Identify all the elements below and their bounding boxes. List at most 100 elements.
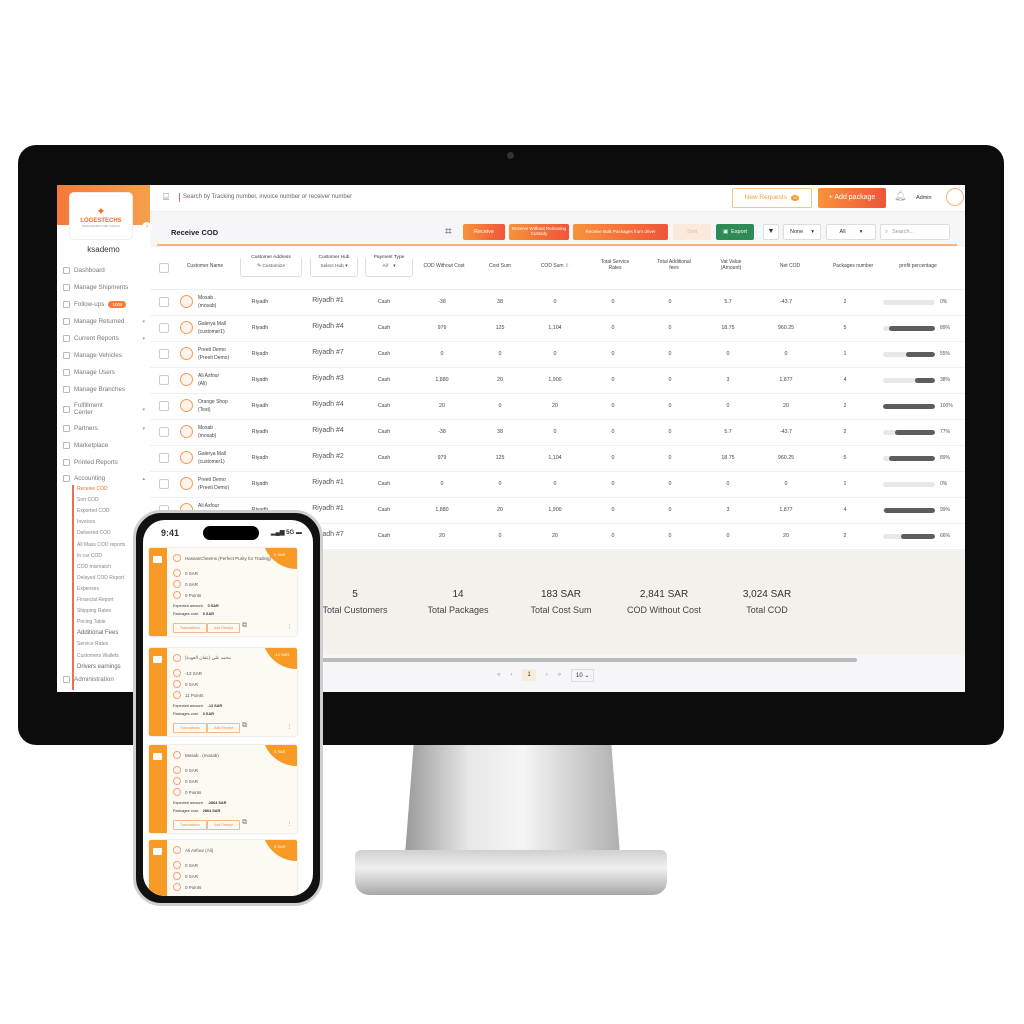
sidebar-item-manage-vehicles[interactable]: Manage Vehicles — [63, 352, 145, 359]
submenu-item-cod-mismatch[interactable]: COD mismatch — [77, 564, 111, 570]
none-select[interactable]: None ▾ — [783, 224, 821, 240]
row-checkbox[interactable] — [159, 479, 169, 489]
payment-type-filter[interactable]: Payment Type All ▾ — [365, 255, 413, 277]
chevron-icon: ▴ — [142, 475, 145, 482]
customer-address-filter[interactable]: Customer Address ✎ Customize — [240, 255, 302, 277]
sidebar-item-dashboard[interactable]: Dashboard — [63, 267, 145, 274]
sidebar-toggle[interactable]: › — [142, 222, 152, 232]
avatar[interactable] — [946, 188, 964, 206]
row-checkbox[interactable] — [159, 349, 169, 359]
table-row[interactable]: Galerya Mall (customer1) Riyadh Riyadh #4 Ca… — [150, 316, 965, 342]
customer-name: Preeti Demo (Preeti Demo) — [198, 477, 229, 492]
receive-without-custody-button[interactable]: Receive Without Releasing Custody — [509, 224, 569, 240]
more-menu-icon[interactable]: ⋮ — [287, 821, 292, 827]
submenu-item-exported-cod[interactable]: Exported COD — [77, 508, 110, 514]
cell-net: 20 — [783, 403, 789, 409]
users-icon — [63, 369, 70, 376]
submenu-item-drivers-earnings[interactable]: Drivers earnings — [77, 664, 121, 670]
sort-button[interactable]: Sort — [673, 224, 711, 240]
page-size-select[interactable]: 10 ⌄ — [571, 668, 595, 682]
more-menu-icon[interactable]: ⋮ — [287, 724, 292, 730]
table-row[interactable]: Galerya Mall (customer1) Riyadh Riyadh #2 Ca… — [150, 446, 965, 472]
table-row[interactable]: Mosab . (mosab) Riyadh Riyadh #4 Cash -38 38 0 0… — [150, 420, 965, 446]
submenu-item-receive-cod[interactable]: Receive COD — [77, 486, 108, 492]
submenu-item-delivered-cod[interactable]: Delivered COD — [77, 530, 111, 536]
sidebar-item-fulfillment-center[interactable]: Fulfillment Center ▾ — [63, 402, 145, 417]
wallet-card[interactable]: 0 SAR HassanCheems (Perfect Purity for Tr… — [149, 548, 297, 636]
add-package-button[interactable]: + Add package — [818, 188, 886, 208]
table-row[interactable]: Mosab . (mosab) Riyadh Riyadh #1 Cash -38 38 0 0… — [150, 290, 965, 316]
submenu-item-invoices[interactable]: Invoices — [77, 519, 95, 525]
row-checkbox[interactable] — [159, 401, 169, 411]
cell-pay: Cash — [377, 351, 391, 357]
receipt-icon[interactable]: ⧉ — [242, 819, 247, 827]
last-page-button[interactable]: » — [558, 672, 561, 678]
scan-icon[interactable]: ⌗ — [445, 224, 452, 239]
submenu-item-pricing-table[interactable]: Pricing Table — [77, 619, 106, 625]
submenu-item-delayed-cod-report[interactable]: Delayed COD Report — [77, 575, 124, 581]
table-row[interactable]: Ali Asfour (Ali) Riyadh Riyadh #3 Cash 1,880 2… — [150, 368, 965, 394]
sidebar-item-manage-branches[interactable]: Manage Branches — [63, 386, 145, 393]
row-checkbox[interactable] — [159, 375, 169, 385]
submenu-item-expenses[interactable]: Expenses — [77, 586, 99, 592]
receive-bulk-button[interactable]: Receive Bulk Packages from driver — [573, 224, 668, 240]
sidebar-item-printed-reports[interactable]: Printed Reports — [63, 459, 145, 466]
receipt-icon[interactable]: ⧉ — [242, 622, 247, 630]
submenu-item-in-car-cod[interactable]: In car COD — [77, 553, 102, 559]
add-receipt-button[interactable]: Add Receipt — [207, 723, 241, 733]
sidebar-item-manage-shipments[interactable]: Manage Shipments — [63, 284, 145, 291]
wallet-card[interactable]: 0 SAR Mosab . (mosab) 0 SAR 0 SAR 0 Points Ex… — [149, 745, 297, 833]
submenu-item-sort-cod[interactable]: Sort COD — [77, 497, 99, 503]
select-all-checkbox[interactable] — [159, 263, 169, 273]
filter-button[interactable]: ▼ — [763, 224, 779, 240]
export-button[interactable]: ▣ Export — [716, 224, 754, 240]
wallet-card[interactable]: -13 SAR محمد علي (عفان العودة) -13 SAR 0 SA… — [149, 648, 297, 736]
next-page-button[interactable]: › — [546, 672, 548, 678]
table-row[interactable]: Preeti Demo (Preeti Demo) Riyadh Riyadh #7 C… — [150, 342, 965, 368]
transactions-button[interactable]: Transactions — [173, 820, 207, 830]
search-cursor — [179, 193, 180, 202]
row-checkbox[interactable] — [159, 453, 169, 463]
sidebar-item-accounting[interactable]: Accounting ▴ — [63, 475, 145, 482]
receipt-icon[interactable]: ⧉ — [242, 722, 247, 730]
fulfillment-icon — [63, 406, 70, 414]
table-search-input[interactable]: ⌕ Search... — [880, 224, 950, 240]
sidebar-item-manage-returned[interactable]: Manage Returned ▾ — [63, 318, 145, 325]
header-cod-sum[interactable]: COD Sum ⇕ — [535, 263, 575, 269]
page-1-button[interactable]: 1 — [522, 669, 536, 681]
bell-icon[interactable]: 🔔︎ — [894, 191, 907, 202]
global-search-input[interactable]: Search by Tracking number, invoice numbe… — [183, 194, 352, 200]
submenu-item-financial-report[interactable]: Financial Report — [77, 597, 113, 603]
receive-button[interactable]: Receive — [463, 224, 505, 240]
table-row[interactable]: Orange Shop (Test) Riyadh Riyadh #4 Cash 20 0 2… — [150, 394, 965, 420]
row-checkbox[interactable] — [159, 427, 169, 437]
transactions-button[interactable]: Transactions — [173, 723, 207, 733]
prev-page-button[interactable]: ‹ — [510, 672, 512, 678]
new-requests-button[interactable]: New Requests 10 — [732, 188, 812, 208]
add-receipt-button[interactable]: Add Receipt — [207, 623, 241, 633]
row-checkbox[interactable] — [159, 323, 169, 333]
submenu-item-customers-wallets[interactable]: Customers Wallets — [77, 653, 119, 659]
submenu-item-additional-fees[interactable]: Additional Fees — [77, 630, 118, 636]
sidebar-item-marketplace[interactable]: Marketplace — [63, 442, 145, 449]
transactions-button[interactable]: Transactions — [173, 623, 207, 633]
submenu-item-shipping-rates[interactable]: Shipping Rates — [77, 608, 111, 614]
sidebar-item-manage-users[interactable]: Manage Users — [63, 369, 145, 376]
sidebar-item-follow-ups[interactable]: Follow-ups 1006 — [63, 301, 145, 308]
submenu-item-service-rates[interactable]: Service Rates — [77, 641, 108, 647]
more-menu-icon[interactable]: ⋮ — [287, 624, 292, 630]
sidebar-item-current-reports[interactable]: Current Reports ▾ — [63, 335, 145, 342]
packages-label: Packages cost: — [173, 612, 199, 616]
card-line-icon — [173, 654, 181, 662]
card-line-text: 0 SAR — [185, 778, 199, 784]
expected-value: -2864 SAR — [207, 801, 227, 805]
customer-hub-filter[interactable]: Customer Hub Select Hub ▾ — [310, 255, 358, 277]
wallet-card[interactable]: 0 SARAli Asfour (Ali)0 SAR0 SAR0 PointsE… — [149, 840, 297, 896]
first-page-button[interactable]: « — [497, 672, 500, 678]
submenu-item-all-mass-cod-reports[interactable]: All Mass COD reports — [77, 542, 125, 548]
sidebar-item-partners[interactable]: Partners ▾ — [63, 425, 145, 432]
all-select[interactable]: All ▾ — [826, 224, 876, 240]
row-checkbox[interactable] — [159, 297, 169, 307]
add-receipt-button[interactable]: Add Receipt — [207, 820, 241, 830]
table-row[interactable]: Preeti Demo (Preeti Demo) Riyadh Riyadh #1 C… — [150, 472, 965, 498]
